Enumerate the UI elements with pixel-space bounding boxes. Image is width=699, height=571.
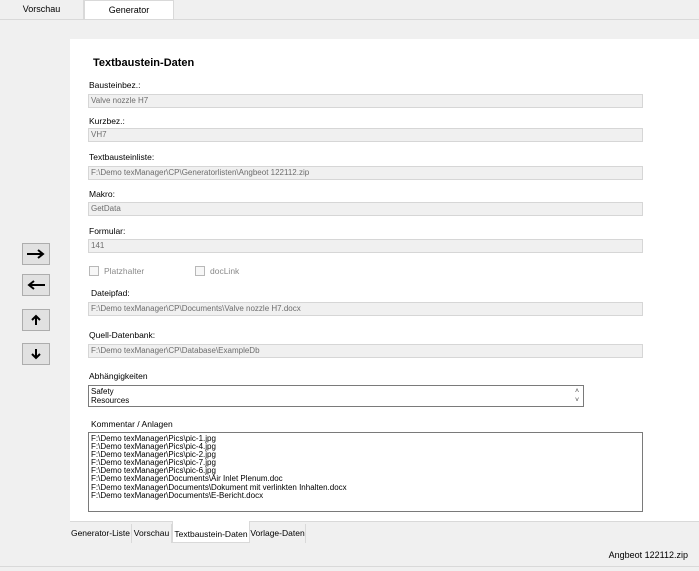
- makro-field[interactable]: GetData: [88, 202, 643, 216]
- dependencies-list[interactable]: Safety Resources ˄ ˅: [88, 385, 584, 407]
- dependencies-label: Abhängigkeiten: [89, 371, 148, 381]
- bausteinbez-field[interactable]: Valve nozzle H7: [88, 94, 643, 108]
- move-up-button[interactable]: [22, 309, 50, 331]
- doclink-checkbox[interactable]: docLink: [195, 266, 239, 276]
- arrow-right-icon: [27, 249, 45, 259]
- formular-field[interactable]: 141: [88, 239, 643, 253]
- page-title: Textbaustein-Daten: [93, 57, 195, 69]
- quell-db-label: Quell-Datenbank:: [89, 330, 156, 340]
- arrow-left-icon: [27, 280, 45, 290]
- kurzbez-label: Kurzbez.:: [89, 116, 125, 126]
- tab-generator[interactable]: Generator: [84, 0, 174, 20]
- platzhalter-checkbox[interactable]: Platzhalter: [89, 266, 144, 276]
- dateipfad-label: Dateipfad:: [91, 288, 130, 298]
- tab-bottom-preview[interactable]: Vorschau: [132, 524, 172, 543]
- list-item[interactable]: Safety: [91, 387, 581, 396]
- comments-label: Kommentar / Anlagen: [91, 419, 173, 429]
- list-item[interactable]: Resources: [91, 396, 581, 405]
- tab-vorlage-daten[interactable]: Vorlage-Daten: [250, 524, 306, 543]
- move-left-button[interactable]: [22, 274, 50, 296]
- bausteinbez-label: Bausteinbez.:: [89, 80, 141, 90]
- tab-bottom-preview-label: Vorschau: [133, 528, 170, 538]
- list-scrollbar[interactable]: ˄ ˅: [572, 387, 582, 405]
- tab-generator-label: Generator: [108, 5, 150, 15]
- kurzbez-field[interactable]: VH7: [88, 128, 643, 142]
- tab-generator-list[interactable]: Generator-Liste: [70, 524, 132, 543]
- tab-textbaustein-daten[interactable]: Textbaustein-Daten: [172, 521, 250, 543]
- tab-preview[interactable]: Vorschau: [0, 0, 84, 20]
- textbausteinliste-field[interactable]: F:\Demo texManager\CP\Generatorlisten\An…: [88, 166, 643, 180]
- arrow-down-icon: [31, 349, 41, 360]
- quell-db-field[interactable]: F:\Demo texManager\CP\Database\ExampleDb: [88, 344, 643, 358]
- status-filename: Angbeot 122112.zip: [608, 550, 688, 560]
- arrow-up-icon: [31, 314, 41, 325]
- dateipfad-field[interactable]: F:\Demo texManager\CP\Documents\Valve no…: [88, 302, 643, 316]
- comments-textarea[interactable]: F:\Demo texManager\Pics\pic-1.jpg F:\Dem…: [88, 432, 643, 512]
- tab-preview-label: Vorschau: [22, 4, 61, 14]
- chevron-up-icon[interactable]: ˄: [575, 387, 579, 396]
- chevron-down-icon[interactable]: ˅: [575, 396, 579, 405]
- status-divider: [0, 566, 699, 567]
- tab-divider: [0, 19, 699, 20]
- platzhalter-checkbox-box: [89, 266, 99, 276]
- tab-vorlage-daten-label: Vorlage-Daten: [250, 528, 305, 538]
- move-right-button[interactable]: [22, 243, 50, 265]
- makro-label: Makro:: [89, 189, 115, 199]
- comment-line: F:\Demo texManager\Documents\E-Bericht.d…: [91, 490, 264, 500]
- tab-generator-list-label: Generator-Liste: [70, 528, 131, 538]
- tab-textbaustein-daten-label: Textbaustein-Daten: [174, 529, 248, 539]
- doclink-label: docLink: [210, 266, 240, 276]
- textbausteinliste-label: Textbausteinliste:: [89, 152, 155, 162]
- bottom-tab-divider: [70, 521, 699, 522]
- formular-label: Formular:: [89, 226, 126, 236]
- doclink-checkbox-box: [195, 266, 205, 276]
- move-down-button[interactable]: [22, 343, 50, 365]
- platzhalter-label: Platzhalter: [104, 266, 145, 276]
